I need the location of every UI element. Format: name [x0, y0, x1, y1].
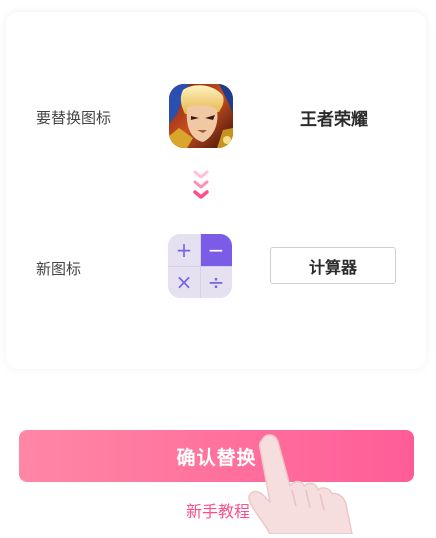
confirm-replace-button[interactable]: 确认替换 — [19, 430, 414, 482]
icon-replace-card — [6, 12, 426, 369]
plus-icon: + — [175, 238, 193, 262]
tutorial-link[interactable]: 新手教程 — [0, 498, 436, 522]
game-hero-icon[interactable] — [169, 84, 233, 148]
new-icon-label: 新图标 — [36, 260, 82, 278]
chevron-triple-down-icon — [191, 170, 211, 206]
minus-icon: − — [200, 234, 232, 266]
original-icon-label: 要替换图标 — [36, 109, 112, 127]
divide-icon: ÷ — [207, 270, 225, 294]
multiply-icon: × — [175, 270, 193, 294]
calculator-icon[interactable]: + − × ÷ — [168, 234, 232, 298]
original-app-name: 王者荣耀 — [300, 110, 368, 130]
new-app-name-input[interactable] — [270, 247, 396, 284]
calc-divider — [168, 266, 232, 267]
